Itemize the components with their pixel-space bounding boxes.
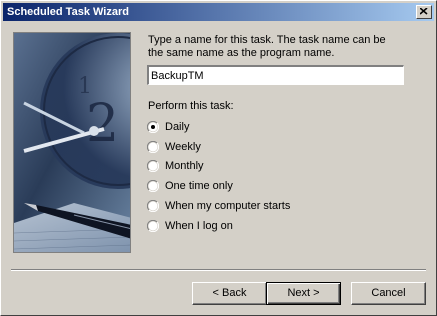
close-icon xyxy=(420,8,428,15)
radio-unselected-icon[interactable] xyxy=(147,220,159,232)
wizard-window: Scheduled Task Wizard 2 1 Type a name fo… xyxy=(0,0,437,316)
radio-label: When my computer starts xyxy=(165,200,291,212)
radio-label: Daily xyxy=(165,121,190,133)
radio-label: One time only xyxy=(165,180,233,192)
svg-text:2: 2 xyxy=(86,94,119,154)
radio-computer-starts[interactable]: When my computer starts xyxy=(147,198,290,214)
radio-one-time-only[interactable]: One time only xyxy=(147,178,233,194)
task-name-input[interactable] xyxy=(147,65,404,85)
window-title: Scheduled Task Wizard xyxy=(7,6,129,18)
cancel-button[interactable]: Cancel xyxy=(351,282,426,305)
radio-log-on[interactable]: When I log on xyxy=(147,218,233,234)
radio-label: Monthly xyxy=(165,160,204,172)
button-separator xyxy=(11,269,426,271)
name-instructions: Type a name for this task. The task name… xyxy=(148,34,418,60)
perform-task-label: Perform this task: xyxy=(148,100,234,112)
radio-label: When I log on xyxy=(165,220,233,232)
title-bar[interactable]: Scheduled Task Wizard xyxy=(3,3,434,21)
instruction-line-1: Type a name for this task. The task name… xyxy=(148,34,386,46)
close-button[interactable] xyxy=(416,5,432,19)
radio-unselected-icon[interactable] xyxy=(147,160,159,172)
wizard-illustration: 2 1 xyxy=(13,32,131,253)
radio-label: Weekly xyxy=(165,141,201,153)
radio-unselected-icon[interactable] xyxy=(147,200,159,212)
radio-weekly[interactable]: Weekly xyxy=(147,139,201,155)
svg-text:1: 1 xyxy=(78,74,92,99)
radio-monthly[interactable]: Monthly xyxy=(147,158,204,174)
radio-unselected-icon[interactable] xyxy=(147,141,159,153)
radio-daily[interactable]: Daily xyxy=(147,119,189,135)
instruction-line-2: the same name as the program name. xyxy=(148,47,335,59)
next-button[interactable]: Next > xyxy=(266,282,341,305)
back-button[interactable]: < Back xyxy=(192,282,267,305)
radio-selected-icon[interactable] xyxy=(147,121,159,133)
radio-unselected-icon[interactable] xyxy=(147,180,159,192)
